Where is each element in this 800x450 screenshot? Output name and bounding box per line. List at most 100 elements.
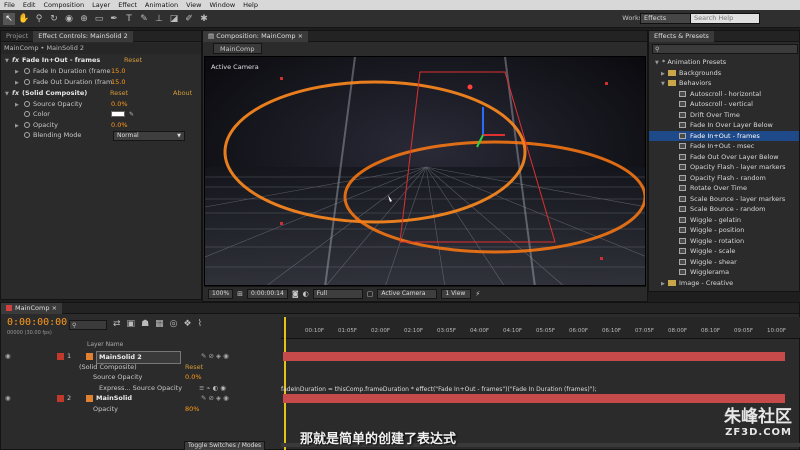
- preset-item[interactable]: Wiggle - shear: [649, 257, 799, 268]
- pan-behind-tool-icon[interactable]: ⊕: [78, 13, 90, 25]
- tab-effect-controls[interactable]: Effect Controls: MainSolid 2: [33, 30, 133, 42]
- preset-item[interactable]: ▼ * Animation Presets: [649, 57, 799, 68]
- expand-icon[interactable]: ▶: [661, 279, 668, 290]
- preset-item[interactable]: Wigglerama: [649, 267, 799, 278]
- preset-item[interactable]: Fade In Over Layer Below: [649, 120, 799, 131]
- menu-composition[interactable]: Composition: [43, 1, 84, 9]
- prop-value[interactable]: 0.0%: [111, 120, 128, 131]
- draft-3d-icon[interactable]: ▣: [127, 319, 136, 329]
- menu-animation[interactable]: Animation: [145, 1, 178, 9]
- frame-blending-icon[interactable]: ▦: [155, 319, 164, 329]
- zoom-tool-icon[interactable]: ⚲: [33, 13, 45, 25]
- rotate-tool-icon[interactable]: ↻: [48, 13, 60, 25]
- comp-subtab[interactable]: MainComp: [213, 43, 262, 54]
- layer-switches-icon[interactable]: ✎ ⊘ ◈ ◉: [201, 393, 229, 404]
- prop-blending-mode[interactable]: Blending Mode Normal ▼: [1, 130, 201, 141]
- puppet-tool-icon[interactable]: ✱: [198, 13, 210, 25]
- preset-item[interactable]: Wiggle - scale: [649, 246, 799, 257]
- grid-icon[interactable]: ⊞: [237, 290, 243, 298]
- stopwatch-icon[interactable]: [24, 100, 30, 107]
- timeline-row[interactable]: Express... Source Opacity ≡ ⌁ ◐ ◉: [1, 383, 281, 394]
- timeline-row[interactable]: Opacity 80%: [1, 404, 281, 415]
- about-link[interactable]: About: [173, 88, 192, 99]
- pen-tool-icon[interactable]: ✒: [108, 13, 120, 25]
- preset-item[interactable]: ▶ Backgrounds: [649, 68, 799, 79]
- menu-help[interactable]: Help: [243, 1, 258, 9]
- menu-window[interactable]: Window: [210, 1, 236, 9]
- camera-view-select[interactable]: Active Camera: [377, 288, 438, 299]
- prop-value[interactable]: 0.0%: [111, 99, 128, 110]
- comp-mini-flowchart-icon[interactable]: ⇄: [113, 319, 121, 329]
- clone-tool-icon[interactable]: ⊥: [153, 13, 165, 25]
- resolution-select[interactable]: Full: [312, 288, 363, 299]
- timeline-search-input[interactable]: ⚲: [69, 320, 107, 330]
- visibility-eye-icon[interactable]: ◉: [5, 351, 11, 362]
- search-help-input[interactable]: Search Help: [690, 13, 760, 24]
- preset-item[interactable]: Scale Bounce - random: [649, 204, 799, 215]
- preset-item[interactable]: ▼ Behaviors: [649, 78, 799, 89]
- preset-item[interactable]: Rotate Over Time: [649, 183, 799, 194]
- preset-item[interactable]: Wiggle - gelatin: [649, 215, 799, 226]
- color-channel-icon[interactable]: ◐: [303, 290, 309, 298]
- stopwatch-icon[interactable]: [24, 132, 30, 138]
- preset-item[interactable]: Autoscroll - vertical: [649, 99, 799, 110]
- menu-effect[interactable]: Effect: [118, 1, 137, 9]
- prop-opacity[interactable]: ▶ Opacity 0.0%: [1, 120, 201, 131]
- timeline-timecode[interactable]: 0:00:00:00: [7, 317, 67, 328]
- tab-project[interactable]: Project: [1, 31, 33, 42]
- toggle-switches-modes-button[interactable]: Toggle Switches / Modes: [184, 441, 266, 450]
- layer-duration-bar[interactable]: [283, 352, 785, 361]
- prop-color[interactable]: Color ✎: [1, 109, 201, 120]
- brush-tool-icon[interactable]: ✎: [138, 13, 150, 25]
- presets-search-input[interactable]: ⚲: [652, 44, 798, 54]
- preset-item[interactable]: Drift Over Time: [649, 110, 799, 121]
- stopwatch-icon[interactable]: [24, 121, 30, 128]
- preset-item[interactable]: Fade In+Out - frames: [649, 130, 799, 141]
- preset-item[interactable]: Scale Bounce - layer markers: [649, 194, 799, 205]
- preset-item[interactable]: Fade In+Out - msec: [649, 141, 799, 152]
- preset-item[interactable]: Wiggle - position: [649, 225, 799, 236]
- visibility-eye-icon[interactable]: ◉: [5, 393, 11, 404]
- menu-file[interactable]: File: [4, 1, 15, 9]
- rectangle-tool-icon[interactable]: ▭: [93, 13, 105, 25]
- tab-composition[interactable]: ▤ Composition: MainComp ×: [203, 30, 309, 42]
- brainstorm-icon[interactable]: ❖: [184, 319, 192, 329]
- layer-duration-bar[interactable]: [283, 394, 785, 403]
- time-ruler[interactable]: 00:10F 01:05F 02:00F 02:10F 03:05F 04:00F 04:1…: [281, 317, 800, 339]
- expression-controls-icon[interactable]: ≡ ⌁ ◐ ◉: [199, 383, 226, 394]
- layer-switches-icon[interactable]: ✎ ⊘ ◈ ◉: [201, 351, 229, 362]
- selection-tool-icon[interactable]: ↖: [3, 12, 15, 25]
- prop-fade-in[interactable]: ▶ Fade In Duration (frame 15.0: [1, 66, 201, 77]
- preset-item[interactable]: ▶ Image - Creative: [649, 278, 799, 289]
- effect-reset-link[interactable]: Reset: [185, 362, 203, 373]
- label-color-swatch[interactable]: [57, 353, 64, 360]
- close-icon[interactable]: ×: [50, 304, 57, 312]
- menu-edit[interactable]: Edit: [23, 1, 36, 9]
- stopwatch-icon[interactable]: [24, 111, 30, 117]
- graph-editor-icon[interactable]: ⌇: [198, 319, 202, 329]
- timeline-row[interactable]: Source Opacity 0.0%: [1, 372, 281, 383]
- preset-item[interactable]: Autoscroll - horizontal: [649, 89, 799, 100]
- preset-item[interactable]: Opacity Flash - layer markers: [649, 162, 799, 173]
- timeline-row[interactable]: (Solid Composite) Reset: [1, 362, 281, 373]
- blending-mode-select[interactable]: Normal ▼: [113, 131, 185, 141]
- timeline-row[interactable]: ◉ 2 MainSolid ✎ ⊘ ◈ ◉: [1, 393, 281, 404]
- expression-text[interactable]: fadeInDuration = thisComp.frameDuration …: [281, 386, 597, 393]
- eraser-tool-icon[interactable]: ◪: [168, 13, 180, 25]
- prop-value[interactable]: 15.0: [111, 66, 125, 77]
- reset-link-solid[interactable]: Reset: [110, 88, 128, 99]
- preset-item[interactable]: Fade Out Over Layer Below: [649, 152, 799, 163]
- prop-value[interactable]: 15.0: [111, 77, 125, 88]
- tab-maincomp-timeline[interactable]: MainComp ×: [1, 302, 63, 314]
- stopwatch-icon[interactable]: [24, 68, 30, 74]
- roto-tool-icon[interactable]: ✐: [183, 13, 195, 25]
- menu-layer[interactable]: Layer: [92, 1, 110, 9]
- prop-source-opacity[interactable]: ▶ Source Opacity 0.0%: [1, 99, 201, 110]
- preset-item[interactable]: Wiggle - rotation: [649, 236, 799, 247]
- label-color-swatch[interactable]: [57, 395, 64, 402]
- color-swatch[interactable]: [111, 111, 125, 117]
- fast-preview-icon[interactable]: ⚡: [475, 290, 480, 298]
- preset-item[interactable]: Opacity Flash - random: [649, 173, 799, 184]
- tab-effects-presets[interactable]: Effects & Presets: [649, 30, 714, 42]
- layer-name[interactable]: MainSolid: [96, 393, 132, 404]
